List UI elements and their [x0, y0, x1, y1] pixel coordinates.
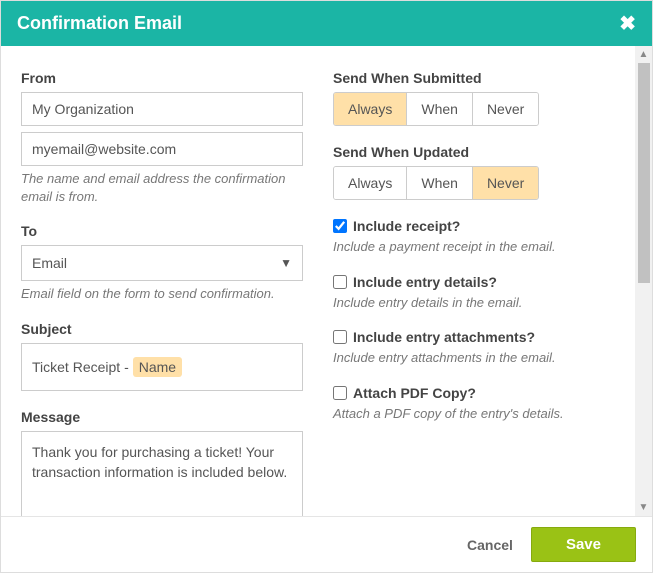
include-entry-details-row: Include entry details? — [333, 274, 615, 290]
from-label: From — [21, 70, 303, 86]
send-submitted-label: Send When Submitted — [333, 70, 615, 86]
send-submitted-when[interactable]: When — [407, 93, 473, 125]
attach-pdf-helper: Attach a PDF copy of the entry's details… — [333, 405, 615, 423]
scrollbar-thumb[interactable] — [638, 63, 650, 283]
scroll-up-icon[interactable]: ▲ — [635, 46, 652, 63]
include-entry-details-section: Include entry details? Include entry det… — [333, 274, 615, 312]
modal-header: Confirmation Email ✖ — [1, 1, 652, 46]
send-submitted-section: Send When Submitted Always When Never — [333, 70, 615, 126]
send-updated-always[interactable]: Always — [334, 167, 407, 199]
to-helper: Email field on the form to send confirma… — [21, 285, 303, 303]
message-textarea[interactable]: Thank you for purchasing a ticket! Your … — [21, 431, 303, 516]
include-receipt-checkbox[interactable] — [333, 219, 347, 233]
send-submitted-group: Always When Never — [333, 92, 539, 126]
from-helper: The name and email address the confirmat… — [21, 170, 303, 205]
send-updated-label: Send When Updated — [333, 144, 615, 160]
from-section: From The name and email address the conf… — [21, 70, 303, 205]
scroll-down-icon[interactable]: ▼ — [635, 499, 652, 516]
attach-pdf-checkbox[interactable] — [333, 386, 347, 400]
to-label: To — [21, 223, 303, 239]
include-attachments-checkbox[interactable] — [333, 330, 347, 344]
subject-input[interactable]: Ticket Receipt - Name — [21, 343, 303, 391]
send-updated-never[interactable]: Never — [473, 167, 538, 199]
send-updated-group: Always When Never — [333, 166, 539, 200]
message-section: Message Thank you for purchasing a ticke… — [21, 409, 303, 516]
from-inputs — [21, 92, 303, 166]
subject-prefix-text: Ticket Receipt - — [32, 359, 129, 375]
close-icon[interactable]: ✖ — [619, 14, 636, 34]
modal-body-wrap: From The name and email address the conf… — [1, 46, 652, 516]
modal-confirmation-email: Confirmation Email ✖ From The name and e… — [0, 0, 653, 573]
include-attachments-section: Include entry attachments? Include entry… — [333, 329, 615, 367]
from-org-input[interactable] — [21, 92, 303, 126]
scrollbar[interactable]: ▲ ▼ — [635, 46, 652, 516]
include-entry-details-label: Include entry details? — [353, 274, 497, 290]
include-attachments-label: Include entry attachments? — [353, 329, 535, 345]
attach-pdf-label: Attach PDF Copy? — [353, 385, 476, 401]
include-receipt-row: Include receipt? — [333, 218, 615, 234]
include-attachments-row: Include entry attachments? — [333, 329, 615, 345]
send-submitted-always[interactable]: Always — [334, 93, 407, 125]
include-entry-details-helper: Include entry details in the email. — [333, 294, 615, 312]
chevron-down-icon: ▼ — [280, 256, 292, 270]
send-submitted-never[interactable]: Never — [473, 93, 538, 125]
modal-body: From The name and email address the conf… — [1, 46, 635, 516]
cancel-button[interactable]: Cancel — [467, 537, 513, 553]
attach-pdf-section: Attach PDF Copy? Attach a PDF copy of th… — [333, 385, 615, 423]
modal-title: Confirmation Email — [17, 13, 182, 34]
save-button[interactable]: Save — [531, 527, 636, 562]
include-receipt-helper: Include a payment receipt in the email. — [333, 238, 615, 256]
subject-section: Subject Ticket Receipt - Name — [21, 321, 303, 391]
subject-merge-chip[interactable]: Name — [133, 357, 182, 377]
from-email-input[interactable] — [21, 132, 303, 166]
right-column: Send When Submitted Always When Never Se… — [333, 70, 615, 506]
to-field-select[interactable]: Email ▼ — [21, 245, 303, 281]
attach-pdf-row: Attach PDF Copy? — [333, 385, 615, 401]
include-entry-details-checkbox[interactable] — [333, 275, 347, 289]
message-label: Message — [21, 409, 303, 425]
subject-label: Subject — [21, 321, 303, 337]
include-receipt-section: Include receipt? Include a payment recei… — [333, 218, 615, 256]
modal-footer: Cancel Save — [1, 516, 652, 572]
send-updated-when[interactable]: When — [407, 167, 473, 199]
send-updated-section: Send When Updated Always When Never — [333, 144, 615, 200]
left-column: From The name and email address the conf… — [21, 70, 303, 506]
to-field-value: Email — [32, 255, 67, 271]
to-section: To Email ▼ Email field on the form to se… — [21, 223, 303, 303]
include-attachments-helper: Include entry attachments in the email. — [333, 349, 615, 367]
include-receipt-label: Include receipt? — [353, 218, 460, 234]
